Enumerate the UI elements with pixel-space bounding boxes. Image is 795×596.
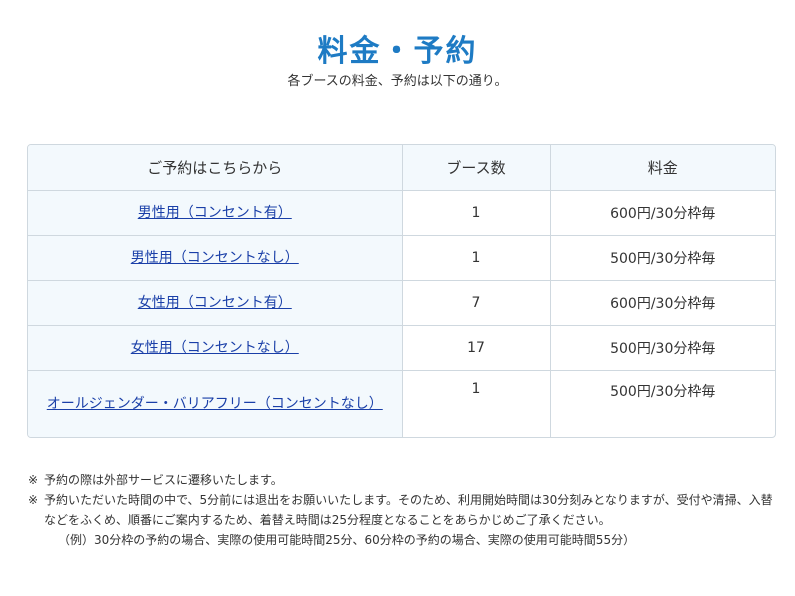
booth-price: 500円/30分枠毎 <box>550 325 775 371</box>
booth-price: 600円/30分枠毎 <box>550 190 775 236</box>
column-header-booth-count: ブース数 <box>402 145 551 191</box>
page-subtitle: 各ブースの料金、予約は以下の通り。 <box>287 74 508 89</box>
booking-link-male-outlet[interactable]: 男性用（コンセント有） <box>138 205 292 221</box>
table-row: 男性用（コンセント有） 1 600円/30分枠毎 <box>28 190 775 236</box>
booking-cell: オールジェンダー・バリアフリー（コンセントなし） <box>28 370 403 437</box>
booth-count: 7 <box>402 280 551 326</box>
booth-count: 1 <box>402 235 551 281</box>
booking-cell: 女性用（コンセントなし） <box>28 325 403 371</box>
booth-price: 600円/30分枠毎 <box>550 280 775 326</box>
page-title: 料金・予約 <box>317 34 478 70</box>
note-text: 予約いただいた時間の中で、5分前には退出をお願いいたします。そのため、利用開始時… <box>44 493 773 527</box>
booking-cell: 男性用（コンセントなし） <box>28 235 403 281</box>
booking-cell: 女性用（コンセント有） <box>28 280 403 326</box>
table-row: 男性用（コンセントなし） 1 500円/30分枠毎 <box>28 235 775 281</box>
booking-link-female-outlet[interactable]: 女性用（コンセント有） <box>138 295 292 311</box>
table-header-row: ご予約はこちらから ブース数 料金 <box>28 145 775 191</box>
notes-section: ※ 予約の際は外部サービスに遷移いたします。 ※ 予約いただいた時間の中で、5分… <box>28 470 773 550</box>
note-mark: ※ <box>28 473 39 487</box>
booking-link-male-no-outlet[interactable]: 男性用（コンセントなし） <box>131 250 299 266</box>
column-header-price: 料金 <box>550 145 775 191</box>
table-row: 女性用（コンセント有） 7 600円/30分枠毎 <box>28 280 775 326</box>
booking-cell: 男性用（コンセント有） <box>28 190 403 236</box>
note-example: （例）30分枠の予約の場合、実際の使用可能時間25分、60分枠の予約の場合、実際… <box>58 533 636 547</box>
pricing-table: ご予約はこちらから ブース数 料金 男性用（コンセント有） 1 600円/30分… <box>27 144 776 438</box>
booth-count: 1 <box>402 370 551 437</box>
booking-link-female-no-outlet[interactable]: 女性用（コンセントなし） <box>131 340 299 356</box>
note-item: ※ 予約の際は外部サービスに遷移いたします。 <box>28 470 773 490</box>
booth-count: 1 <box>402 190 551 236</box>
booth-count: 17 <box>402 325 551 371</box>
note-item: ※ 予約いただいた時間の中で、5分前には退出をお願いいたします。そのため、利用開… <box>28 490 773 530</box>
table-row: 女性用（コンセントなし） 17 500円/30分枠毎 <box>28 325 775 371</box>
booking-link-all-gender-barrier-free[interactable]: オールジェンダー・バリアフリー（コンセントなし） <box>47 396 383 412</box>
table-row: オールジェンダー・バリアフリー（コンセントなし） 1 500円/30分枠毎 <box>28 370 775 437</box>
booth-price: 500円/30分枠毎 <box>550 235 775 281</box>
note-text: 予約の際は外部サービスに遷移いたします。 <box>44 473 283 487</box>
booth-price: 500円/30分枠毎 <box>610 383 716 400</box>
column-header-booking: ご予約はこちらから <box>28 145 403 191</box>
note-mark: ※ <box>28 493 39 507</box>
